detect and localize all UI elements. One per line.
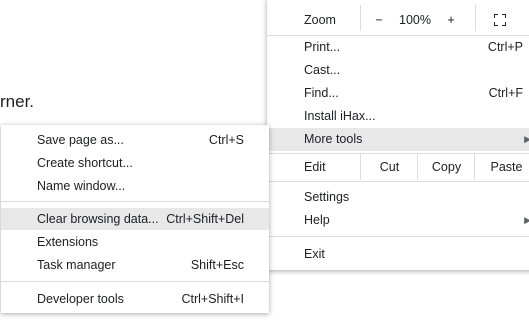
menu-item-label: Print...	[304, 40, 341, 54]
page: rner. Zoom − 100% + Print... Ctrl+P Cast…	[0, 0, 529, 323]
submenu-item-label: Developer tools	[37, 292, 124, 306]
menu-item-help[interactable]: Help ▶	[267, 209, 529, 231]
submenu-item-save-page[interactable]: Save page as... Ctrl+S	[1, 129, 269, 151]
menu-separator	[267, 236, 529, 237]
menu-item-more-tools[interactable]: More tools ▶	[267, 128, 529, 151]
submenu-item-shortcut: Ctrl+Shift+Del	[166, 212, 244, 226]
submenu-item-label: Clear browsing data...	[37, 212, 159, 226]
menu-item-cast[interactable]: Cast...	[267, 59, 529, 81]
submenu-item-label: Name window...	[37, 179, 126, 193]
submenu-separator	[1, 201, 269, 202]
submenu-separator	[1, 281, 269, 282]
zoom-divider	[360, 5, 361, 31]
cut-button[interactable]: Cut	[360, 154, 418, 180]
chrome-main-menu: Zoom − 100% + Print... Ctrl+P Cast... Fi…	[267, 0, 529, 270]
menu-item-shortcut: Ctrl+P	[487, 40, 523, 54]
zoom-divider-2	[475, 5, 476, 31]
menu-item-label: Exit	[304, 247, 325, 261]
triangle-right-icon: ▶	[524, 215, 529, 225]
submenu-item-label: Save page as...	[37, 133, 124, 147]
menu-item-label: Settings	[304, 190, 350, 204]
zoom-label: Zoom	[304, 13, 336, 27]
triangle-right-icon: ▶	[524, 134, 529, 144]
edit-label: Edit	[304, 160, 326, 174]
zoom-row: Zoom − 100% +	[267, 5, 529, 31]
menu-item-label: Help	[304, 213, 330, 227]
submenu-item-label: Create shortcut...	[37, 156, 133, 170]
menu-separator	[267, 181, 529, 182]
menu-item-install-app[interactable]: Install iHax...	[267, 105, 529, 127]
submenu-item-task-manager[interactable]: Task manager Shift+Esc	[1, 254, 269, 276]
submenu-item-label: Task manager	[37, 258, 116, 272]
menu-item-shortcut: Ctrl+F	[488, 86, 523, 100]
submenu-item-shortcut: Ctrl+Shift+I	[181, 292, 244, 306]
fullscreen-icon[interactable]	[494, 14, 506, 26]
menu-item-label: More tools	[304, 132, 363, 146]
menu-item-print[interactable]: Print... Ctrl+P	[267, 36, 529, 58]
submenu-item-name-window[interactable]: Name window...	[1, 175, 269, 197]
menu-item-label: Find...	[304, 86, 339, 100]
zoom-in-button[interactable]: +	[439, 9, 463, 31]
menu-item-settings[interactable]: Settings	[267, 186, 529, 208]
zoom-level: 100%	[399, 13, 431, 27]
submenu-item-label: Extensions	[37, 235, 99, 249]
menu-item-label: Cast...	[304, 63, 341, 77]
edit-row: Edit Cut Copy Paste	[267, 154, 529, 180]
zoom-out-button[interactable]: −	[367, 9, 391, 31]
menu-item-find[interactable]: Find... Ctrl+F	[267, 82, 529, 104]
submenu-item-shortcut: Shift+Esc	[190, 258, 244, 272]
submenu-item-clear-browsing-data[interactable]: Clear browsing data... Ctrl+Shift+Del	[1, 208, 269, 230]
submenu-item-developer-tools[interactable]: Developer tools Ctrl+Shift+I	[1, 288, 269, 310]
more-tools-submenu: Save page as... Ctrl+S Create shortcut..…	[1, 125, 269, 313]
submenu-item-create-shortcut[interactable]: Create shortcut...	[1, 152, 269, 174]
copy-button[interactable]: Copy	[417, 154, 475, 180]
paste-button[interactable]: Paste	[474, 154, 529, 180]
page-background-text: rner.	[0, 92, 35, 111]
submenu-item-extensions[interactable]: Extensions	[1, 231, 269, 253]
menu-item-exit[interactable]: Exit	[267, 243, 529, 265]
submenu-item-shortcut: Ctrl+S	[208, 133, 244, 147]
menu-item-label: Install iHax...	[304, 109, 376, 123]
